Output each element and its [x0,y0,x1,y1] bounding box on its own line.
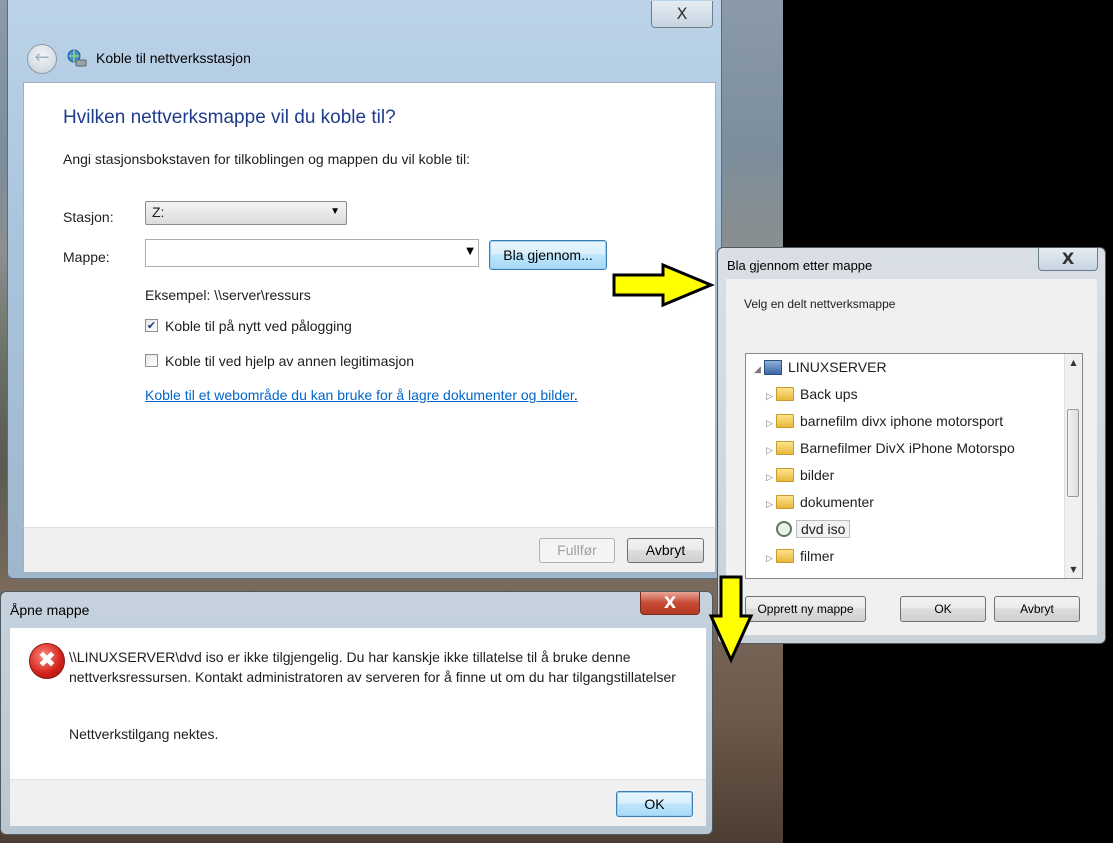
wizard-footer: Fullfør Avbryt [23,527,716,573]
network-drive-icon [67,49,87,67]
folder-icon [776,387,794,402]
example-text: Eksempel: \\server\ressurs [145,287,311,303]
instruction-text: Angi stasjonsbokstaven for tilkoblingen … [63,151,471,167]
tree-item[interactable]: ▷ filmer [766,545,834,567]
folder-input[interactable]: ▼ [145,239,479,267]
collapsed-triangle-icon[interactable]: ▷ [766,439,776,461]
tree-item-label: dokumenter [800,494,874,510]
close-button[interactable]: X [1038,248,1098,271]
collapsed-triangle-icon[interactable]: ▷ [766,547,776,569]
tree-item-label: dvd iso [796,520,851,538]
scroll-up-icon[interactable]: ▲ [1065,354,1082,371]
error-footer: OK [10,779,706,826]
close-button[interactable]: X [640,592,700,615]
close-icon: X [1061,249,1075,268]
back-button[interactable]: ← [27,44,57,74]
folder-icon [776,414,794,429]
folder-icon [776,495,794,510]
drive-select[interactable]: Z: ▼ [145,201,347,225]
close-icon: X [676,4,688,23]
link-period: . [573,387,578,403]
folder-tree[interactable]: ◢ LINUXSERVER ▷ Back ups ▷ barnefilm divx i… [745,353,1083,579]
new-folder-button[interactable]: Opprett ny mappe [745,596,866,622]
tree-item-label: Back ups [800,386,858,402]
window-title: Koble til nettverksstasjon [96,50,251,66]
close-button[interactable]: X [651,1,713,28]
tree-root[interactable]: ◢ LINUXSERVER [754,356,887,378]
open-folder-error-dialog: Åpne mappe X ✖ \\LINUXSERVER\dvd iso er … [0,591,713,835]
error-message: \\LINUXSERVER\dvd iso er ikke tilgjengel… [69,649,676,685]
error-content: ✖ \\LINUXSERVER\dvd iso er ikke tilgjeng… [10,628,706,779]
chevron-down-icon[interactable]: ▼ [466,246,474,257]
tree-root-label: LINUXSERVER [788,359,887,375]
tree-item[interactable]: ▷ Back ups [766,383,858,405]
back-arrow-icon: ← [34,47,50,68]
tree-item-label: bilder [800,467,835,483]
tree-item[interactable]: ▷ barnefilm divx iphone motorsport [766,410,1003,432]
error-icon: ✖ [29,643,65,679]
folder-icon [776,441,794,456]
vertical-scrollbar[interactable]: ▲ ▼ [1064,354,1082,578]
tree-item-selected[interactable]: dvd iso [766,518,851,540]
checkmark-icon: ✔ [146,319,157,332]
scroll-thumb[interactable] [1067,409,1079,497]
dialog-description: Velg en delt nettverksmappe [744,297,896,311]
drive-select-value: Z: [152,204,165,220]
close-icon: X [663,593,677,612]
network-search-icon [776,521,792,538]
page-heading: Hvilken nettverksmappe vil du koble til? [63,107,396,128]
browse-folder-dialog: Bla gjennom etter mappe X Velg en delt n… [717,247,1106,644]
cancel-button[interactable]: Avbryt [627,538,704,563]
chevron-down-icon: ▼ [330,206,340,217]
folder-icon [776,468,794,483]
dialog-body: Velg en delt nettverksmappe ◢ LINUXSERVER… [726,279,1097,635]
right-arrow-annotation [612,262,715,308]
scroll-down-icon[interactable]: ▼ [1065,561,1082,578]
other-credentials-checkbox[interactable] [145,354,158,367]
ok-button[interactable]: OK [616,791,693,817]
website-link[interactable]: Koble til et webområde du kan bruke for … [145,387,578,403]
dialog-title: Bla gjennom etter mappe [727,258,873,273]
collapsed-triangle-icon[interactable]: ▷ [766,493,776,515]
drive-label: Stasjon: [63,209,114,225]
browse-button[interactable]: Bla gjennom... [489,240,607,270]
tree-item[interactable]: ▷ dokumenter [766,491,874,513]
tree-item[interactable]: ▷ Barnefilmer DivX iPhone Motorspo [766,437,1015,459]
down-arrow-annotation [708,575,754,664]
collapsed-triangle-icon[interactable]: ▷ [766,385,776,407]
tree-item-label: Barnefilmer DivX iPhone Motorspo [800,440,1015,456]
reconnect-checkbox[interactable]: ✔ [145,319,158,332]
tree-item-label: filmer [800,548,835,564]
reconnect-label[interactable]: Koble til på nytt ved pålogging [165,318,352,334]
expanded-triangle-icon[interactable]: ◢ [754,358,764,380]
cancel-button[interactable]: Avbryt [994,596,1080,622]
tree-item-label: barnefilm divx iphone motorsport [800,413,1004,429]
collapsed-triangle-icon[interactable]: ▷ [766,412,776,434]
website-link-text[interactable]: Koble til et webområde du kan bruke for … [145,387,574,403]
collapsed-triangle-icon[interactable]: ▷ [766,466,776,488]
folder-label: Mappe: [63,249,110,265]
server-icon [764,359,782,375]
dialog-title: Åpne mappe [10,602,90,618]
finish-button[interactable]: Fullfør [539,538,615,563]
ok-button[interactable]: OK [900,596,986,622]
tree-item[interactable]: ▷ bilder [766,464,834,486]
folder-icon [776,549,794,564]
error-detail: Nettverkstilgang nektes. [69,726,219,742]
other-credentials-label[interactable]: Koble til ved hjelp av annen legitimasjo… [165,353,414,369]
